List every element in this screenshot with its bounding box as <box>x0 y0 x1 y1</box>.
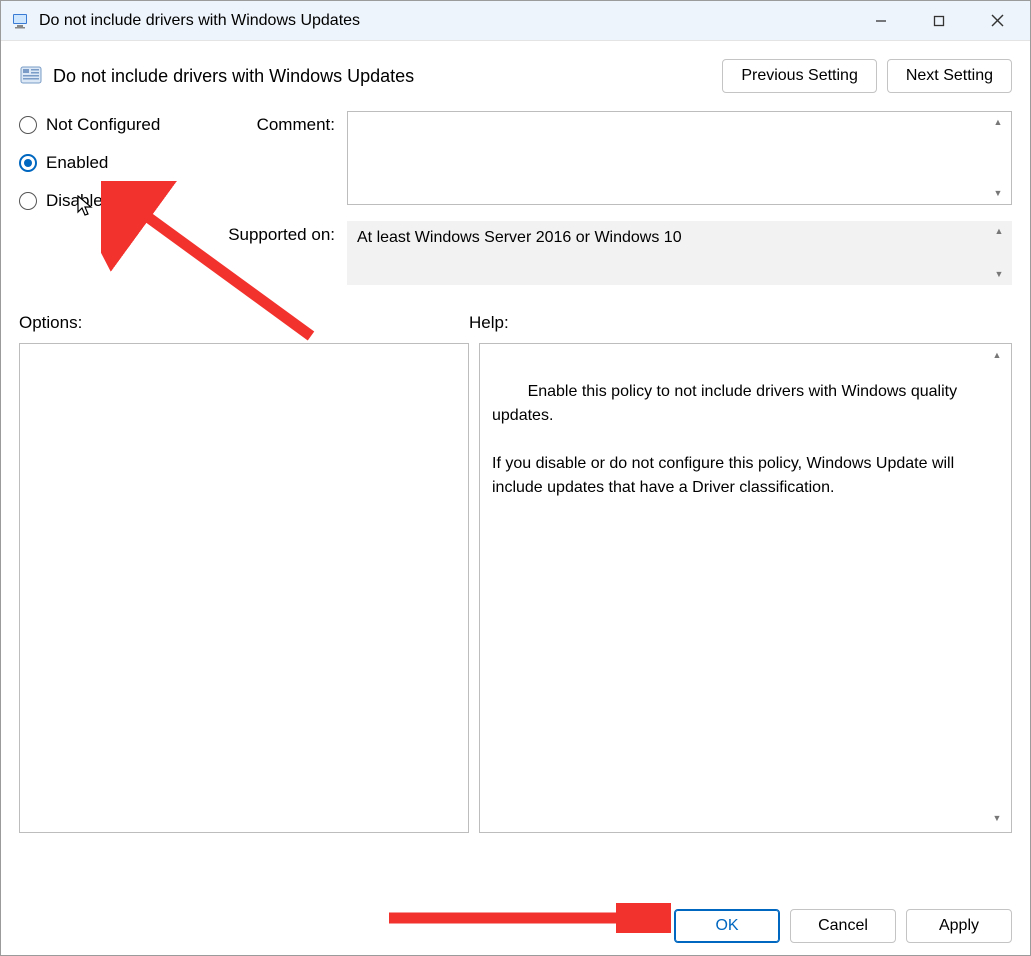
help-scroll-up[interactable]: ▲ <box>986 347 1008 365</box>
close-button[interactable] <box>968 1 1026 41</box>
supported-scroll-down[interactable]: ▼ <box>988 265 1010 283</box>
help-label: Help: <box>469 313 509 333</box>
help-scroll-down[interactable]: ▼ <box>986 810 1008 828</box>
cursor-icon <box>77 195 95 221</box>
options-label: Options: <box>19 313 469 333</box>
comment-input[interactable]: ▲ ▼ <box>347 111 1012 205</box>
supported-on-label: Supported on: <box>227 221 347 285</box>
cancel-button[interactable]: Cancel <box>790 909 896 943</box>
maximize-button[interactable] <box>910 1 968 41</box>
policy-icon <box>19 64 43 88</box>
radio-not-configured-label: Not Configured <box>46 115 160 135</box>
apply-button[interactable]: Apply <box>906 909 1012 943</box>
previous-setting-button[interactable]: Previous Setting <box>722 59 877 93</box>
annotation-arrow-ok <box>381 903 671 933</box>
supported-on-field: At least Windows Server 2016 or Windows … <box>347 221 1012 285</box>
comment-label: Comment: <box>227 111 347 205</box>
radio-enabled[interactable]: Enabled <box>19 153 199 173</box>
radio-not-configured[interactable]: Not Configured <box>19 115 199 135</box>
next-setting-button[interactable]: Next Setting <box>887 59 1012 93</box>
state-radio-group: Not Configured Enabled Disabled <box>19 111 199 301</box>
policy-editor-window: Do not include drivers with Windows Upda… <box>0 0 1031 956</box>
help-text: Enable this policy to not include driver… <box>492 383 962 496</box>
window-title: Do not include drivers with Windows Upda… <box>39 12 360 30</box>
header-row: Do not include drivers with Windows Upda… <box>19 59 1012 93</box>
supported-on-value: At least Windows Server 2016 or Windows … <box>357 229 682 246</box>
help-pane: Enable this policy to not include driver… <box>479 343 1012 833</box>
titlebar: Do not include drivers with Windows Upda… <box>1 1 1030 41</box>
supported-scroll-up[interactable]: ▲ <box>988 222 1010 240</box>
policy-title: Do not include drivers with Windows Upda… <box>53 66 722 87</box>
minimize-button[interactable] <box>852 1 910 41</box>
options-pane <box>19 343 469 833</box>
dialog-footer: OK Cancel Apply <box>674 909 1012 943</box>
comment-scroll-down[interactable]: ▼ <box>987 184 1009 202</box>
radio-disabled[interactable]: Disabled <box>19 191 199 211</box>
radio-enabled-label: Enabled <box>46 153 108 173</box>
app-icon <box>11 11 31 31</box>
ok-button[interactable]: OK <box>674 909 780 943</box>
comment-scroll-up[interactable]: ▲ <box>987 113 1009 131</box>
